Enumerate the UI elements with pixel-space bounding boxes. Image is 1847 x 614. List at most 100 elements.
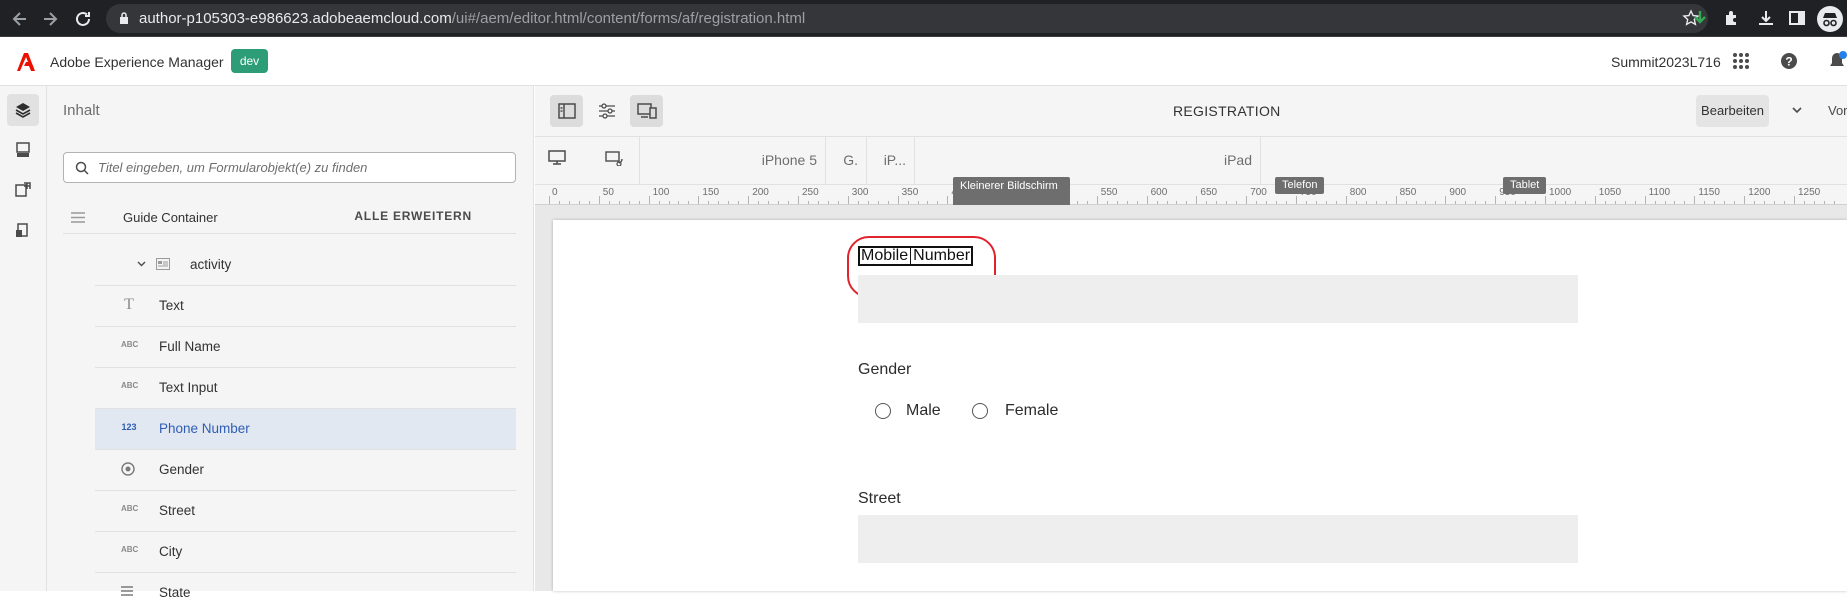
org-switcher[interactable]: Summit2023L716 xyxy=(1611,54,1721,70)
collapse-chevron-icon[interactable] xyxy=(137,259,146,268)
ruler-minor-tick xyxy=(1495,201,1497,204)
page-properties-button[interactable] xyxy=(590,95,623,127)
components-button[interactable] xyxy=(7,174,39,206)
svg-text:?: ? xyxy=(1785,55,1792,69)
ruler-minor-tick xyxy=(1415,201,1417,204)
ruler-tick-label: 550 xyxy=(1100,187,1118,198)
tree-item-label: Gender xyxy=(159,462,205,477)
ruler-minor-tick xyxy=(1535,201,1537,204)
tree-item-phone-number[interactable]: 123 Phone Number xyxy=(95,409,516,450)
ruler-minor-tick xyxy=(1724,201,1726,204)
tree-item-gender[interactable]: Gender xyxy=(95,450,516,491)
tree-item-text-input[interactable]: ABC Text Input xyxy=(95,368,516,409)
radio-female-label[interactable]: Female xyxy=(1005,402,1058,420)
radio-male[interactable] xyxy=(875,403,891,419)
app-name[interactable]: Adobe Experience Manager xyxy=(50,54,224,70)
rotate-device-icon[interactable] xyxy=(605,150,623,166)
breakpoint-phone[interactable]: Telefon xyxy=(1275,177,1325,194)
ruler-tick-label: 50 xyxy=(602,187,614,198)
address-bar[interactable]: author-p105303-e986623.adobeaemcloud.com… xyxy=(106,4,1708,33)
reload-icon[interactable] xyxy=(72,8,94,30)
content-tree-button[interactable] xyxy=(7,94,39,126)
ruler-minor-tick xyxy=(1594,201,1596,204)
notifications-bell-icon[interactable] xyxy=(1827,51,1847,71)
tree-item-state[interactable]: State xyxy=(95,573,516,614)
preview-button[interactable]: Vor xyxy=(1828,103,1847,118)
downloads-icon[interactable] xyxy=(1756,8,1778,30)
tree-node-activity[interactable]: activity xyxy=(95,245,516,286)
mode-dropdown-chevron-icon[interactable] xyxy=(1791,104,1803,116)
side-panel-toggle-icon xyxy=(557,103,576,119)
desktop-icon[interactable] xyxy=(548,150,566,166)
ruler-minor-tick xyxy=(897,201,899,204)
back-icon[interactable] xyxy=(9,8,31,30)
device-iphone5[interactable]: iPhone 5 xyxy=(639,137,825,184)
ruler-minor-tick xyxy=(549,201,550,204)
toggle-side-panel-button[interactable] xyxy=(550,95,583,127)
expand-all-button[interactable]: ALLE ERWEITERN xyxy=(354,209,472,223)
mobile-number-input[interactable] xyxy=(858,275,1578,323)
ruler-minor-tick xyxy=(947,201,949,204)
ruler-minor-tick xyxy=(558,201,560,204)
tree-item-street[interactable]: ABC Street xyxy=(95,491,516,532)
ruler-minor-tick xyxy=(1515,201,1517,204)
download-arrow-icon[interactable] xyxy=(1691,9,1713,31)
data-sources-button[interactable] xyxy=(7,214,39,246)
radio-male-label[interactable]: Male xyxy=(906,402,941,420)
ruler-tick-label: 1000 xyxy=(1549,187,1572,198)
ruler-minor-tick xyxy=(1525,201,1527,204)
ruler-minor-tick xyxy=(1704,201,1706,204)
breakpoint-ruler: 0501001502002503003504004505005506006507… xyxy=(535,185,1847,205)
tree-item-text[interactable]: T Text xyxy=(95,286,516,327)
ruler-minor-tick xyxy=(1813,201,1815,204)
add-component-icon xyxy=(15,182,31,197)
sliders-icon xyxy=(598,103,615,119)
ruler-minor-tick xyxy=(917,201,919,204)
ruler-minor-tick xyxy=(1226,201,1228,204)
ruler-minor-tick xyxy=(638,201,640,204)
adobe-logo-icon[interactable] xyxy=(16,52,36,72)
ruler-minor-tick xyxy=(1634,201,1636,204)
tree-item-full-name[interactable]: ABC Full Name xyxy=(95,327,516,368)
ruler-tick-label: 650 xyxy=(1200,187,1218,198)
edit-mode-button[interactable]: Bearbeiten xyxy=(1696,95,1769,127)
ruler-minor-tick xyxy=(1276,201,1278,204)
breakpoint-tablet[interactable]: Tablet xyxy=(1503,177,1547,194)
ruler-minor-tick xyxy=(758,201,760,204)
tree-search-input[interactable] xyxy=(98,153,508,182)
help-icon[interactable]: ? xyxy=(1779,51,1799,71)
assets-button[interactable] xyxy=(7,134,39,166)
ruler-minor-tick xyxy=(1564,201,1566,204)
incognito-profile-icon[interactable] xyxy=(1817,6,1843,32)
ruler-minor-tick xyxy=(827,201,829,204)
tree-search[interactable] xyxy=(63,152,516,183)
ruler-minor-tick xyxy=(887,201,889,204)
ruler-minor-tick xyxy=(1305,201,1307,204)
radio-female[interactable] xyxy=(972,403,988,419)
emulator-toggle-button[interactable] xyxy=(630,95,663,127)
ruler-tick-label: 250 xyxy=(802,187,819,198)
ruler-minor-tick xyxy=(1325,201,1327,204)
app-grid-icon[interactable] xyxy=(1731,51,1751,71)
ruler-minor-tick xyxy=(1355,201,1357,204)
tree-root-row[interactable]: Guide Container ALLE ERWEITERN xyxy=(63,202,516,234)
ruler-minor-tick xyxy=(1126,201,1128,204)
ruler-minor-tick xyxy=(1296,201,1297,204)
ruler-minor-tick xyxy=(1076,201,1078,204)
ruler-minor-tick xyxy=(1116,201,1118,204)
device-iphone[interactable]: iP... xyxy=(866,137,914,184)
ruler-minor-tick xyxy=(1554,201,1556,204)
forward-icon[interactable] xyxy=(39,8,61,30)
device-galaxy[interactable]: G. xyxy=(825,137,866,184)
ruler-minor-tick xyxy=(588,201,590,204)
ruler-minor-tick xyxy=(1694,201,1696,204)
ruler-minor-tick xyxy=(728,201,730,204)
ruler-tick-label: 300 xyxy=(851,187,869,198)
ruler-minor-tick xyxy=(1375,201,1377,204)
extensions-puzzle-icon[interactable] xyxy=(1722,8,1744,30)
ruler-minor-tick xyxy=(1475,201,1477,204)
side-panel-icon[interactable] xyxy=(1787,8,1809,30)
ruler-tick-label: 850 xyxy=(1399,187,1417,198)
tree-item-city[interactable]: ABC City xyxy=(95,532,516,573)
street-input[interactable] xyxy=(858,515,1578,563)
